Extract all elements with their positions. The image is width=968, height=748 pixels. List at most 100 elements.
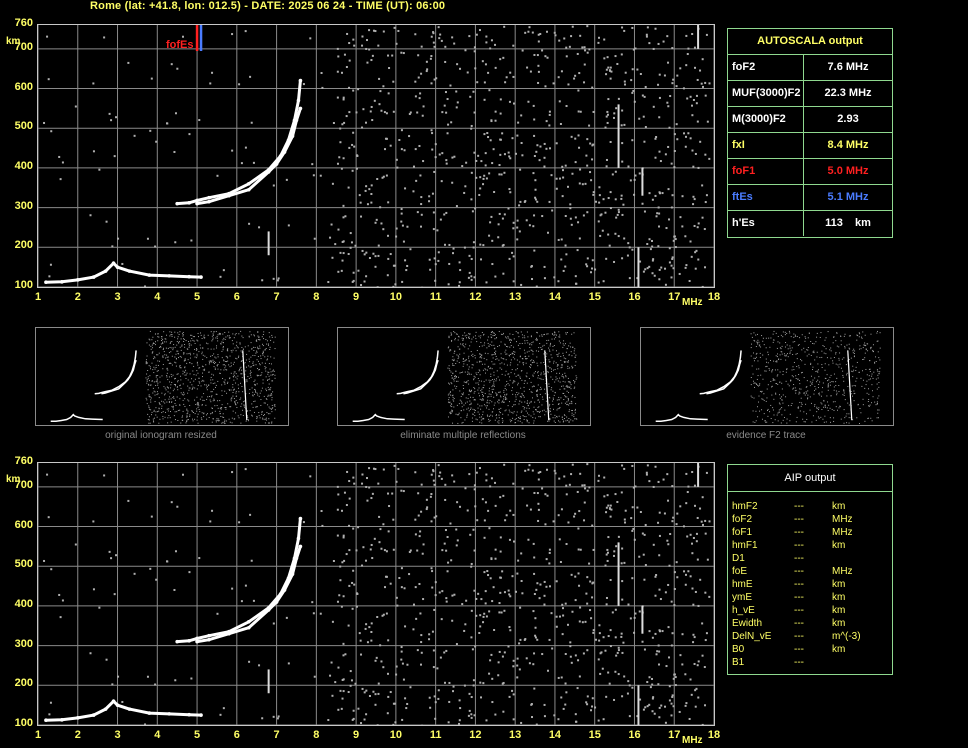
thumbnail-noise-dot bbox=[511, 369, 513, 371]
noise-dot bbox=[366, 61, 369, 64]
noise-dot bbox=[631, 506, 634, 509]
thumbnail-noise-dot bbox=[877, 417, 879, 419]
trace-point bbox=[167, 274, 172, 278]
noise-dot bbox=[397, 29, 400, 32]
noise-dot bbox=[370, 105, 373, 108]
thumbnail-noise-dot bbox=[812, 342, 814, 344]
thumbnail-noise-dot bbox=[550, 376, 552, 378]
thumbnail-noise-dot bbox=[231, 397, 233, 399]
thumbnail-noise-dot bbox=[179, 331, 181, 333]
noise-dot bbox=[352, 271, 355, 274]
noise-dot bbox=[623, 237, 626, 240]
trace-point bbox=[274, 162, 279, 166]
thumbnail-noise-dot bbox=[844, 333, 846, 335]
thumbnail-noise-dot bbox=[500, 412, 502, 414]
thumbnail-noise-dot bbox=[213, 366, 215, 368]
noise-dot bbox=[386, 274, 389, 277]
noise-dot bbox=[240, 600, 243, 603]
thumbnail-noise-dot bbox=[161, 400, 163, 402]
noise-dot bbox=[485, 719, 488, 722]
noise-dot bbox=[668, 685, 671, 688]
thumbnail-noise-dot bbox=[210, 348, 212, 350]
thumbnail-noise-dot bbox=[545, 400, 547, 402]
noise-dot bbox=[673, 604, 676, 607]
noise-dot bbox=[425, 498, 428, 501]
thumbnail-noise-dot bbox=[818, 376, 820, 378]
thumbnail-noise-dot bbox=[533, 420, 535, 422]
noise-dot bbox=[607, 504, 610, 507]
noise-dot bbox=[548, 200, 551, 203]
noise-dot bbox=[609, 645, 612, 648]
thumbnail-noise-dot bbox=[469, 389, 471, 391]
thumbnail-noise-dot bbox=[225, 420, 227, 422]
noise-dot bbox=[633, 100, 636, 103]
thumbnail-noise-dot bbox=[450, 405, 452, 407]
noise-dot bbox=[701, 654, 704, 657]
thumbnail-noise-dot bbox=[780, 348, 782, 350]
thumbnail-noise-dot bbox=[823, 406, 825, 408]
thumbnail-noise-dot bbox=[786, 422, 788, 424]
thumbnail-noise-dot bbox=[190, 340, 192, 342]
thumbnail-noise-dot bbox=[259, 364, 261, 366]
noise-dot bbox=[498, 611, 501, 614]
thumbnail-noise-dot bbox=[497, 376, 499, 378]
noise-dot bbox=[350, 241, 353, 244]
thumbnail-noise-dot bbox=[546, 339, 548, 341]
noise-dot bbox=[573, 77, 576, 80]
thumbnail-noise-dot bbox=[468, 357, 470, 359]
noise-dot bbox=[491, 600, 494, 603]
noise-dot bbox=[543, 703, 546, 706]
noise-dot bbox=[668, 247, 671, 250]
thumbnail-noise-dot bbox=[162, 342, 164, 344]
thumbnail-noise-dot bbox=[478, 413, 480, 415]
thumbnail-noise-dot bbox=[547, 370, 549, 372]
thumbnail-noise-dot bbox=[194, 342, 196, 344]
noise-dot bbox=[509, 191, 512, 194]
thumbnail-noise-dot bbox=[157, 387, 159, 389]
noise-dot bbox=[667, 583, 670, 586]
thumbnail-noise-dot bbox=[203, 337, 205, 339]
thumbnail-noise-dot bbox=[566, 332, 568, 334]
noise-dot bbox=[190, 677, 193, 680]
noise-dot bbox=[355, 167, 358, 170]
noise-dot bbox=[675, 561, 678, 564]
noise-dot bbox=[395, 480, 398, 483]
thumbnail-noise-dot bbox=[490, 380, 492, 382]
thumbnail-noise-dot bbox=[524, 352, 526, 354]
thumbnail-noise-dot bbox=[777, 369, 779, 371]
thumbnail-noise-dot bbox=[212, 379, 214, 381]
noise-dot bbox=[473, 46, 476, 49]
noise-dot bbox=[400, 489, 403, 492]
thumbnail-noise-dot bbox=[818, 392, 820, 394]
noise-dot bbox=[416, 649, 419, 652]
thumbnail-noise-dot bbox=[481, 399, 483, 401]
thumbnail-noise-dot bbox=[171, 335, 173, 337]
thumbnail-noise-dot bbox=[467, 371, 469, 373]
noise-dot bbox=[621, 695, 624, 698]
thumbnail-noise-dot bbox=[753, 357, 755, 359]
thumbnail-noise-dot bbox=[546, 333, 548, 335]
noise-dot bbox=[584, 182, 587, 185]
noise-dot bbox=[694, 152, 697, 155]
thumbnail-noise-dot bbox=[795, 378, 797, 380]
thumbnail-noise-dot bbox=[498, 422, 500, 424]
noise-dot bbox=[543, 580, 546, 583]
noise-dot bbox=[599, 672, 602, 675]
thumbnail-noise-dot bbox=[173, 396, 175, 398]
thumbnail-noise-dot bbox=[568, 409, 570, 411]
thumbnail-noise-dot bbox=[571, 365, 573, 367]
noise-dot bbox=[277, 715, 280, 718]
noise-dot bbox=[484, 63, 487, 66]
thumbnail-noise-dot bbox=[876, 369, 878, 371]
thumbnail-noise-dot bbox=[268, 371, 270, 373]
thumbnail-noise-dot bbox=[212, 374, 214, 376]
noise-dot bbox=[623, 29, 626, 32]
thumbnail-noise-dot bbox=[573, 414, 575, 416]
thumbnail-noise-dot bbox=[198, 409, 200, 411]
thumbnail-noise-dot bbox=[229, 366, 231, 368]
thumbnail-noise-dot bbox=[166, 354, 168, 356]
thumbnail-trace bbox=[706, 359, 742, 395]
noise-dot bbox=[361, 564, 364, 567]
noise-dot bbox=[420, 203, 423, 206]
thumbnail-noise-dot bbox=[767, 409, 769, 411]
